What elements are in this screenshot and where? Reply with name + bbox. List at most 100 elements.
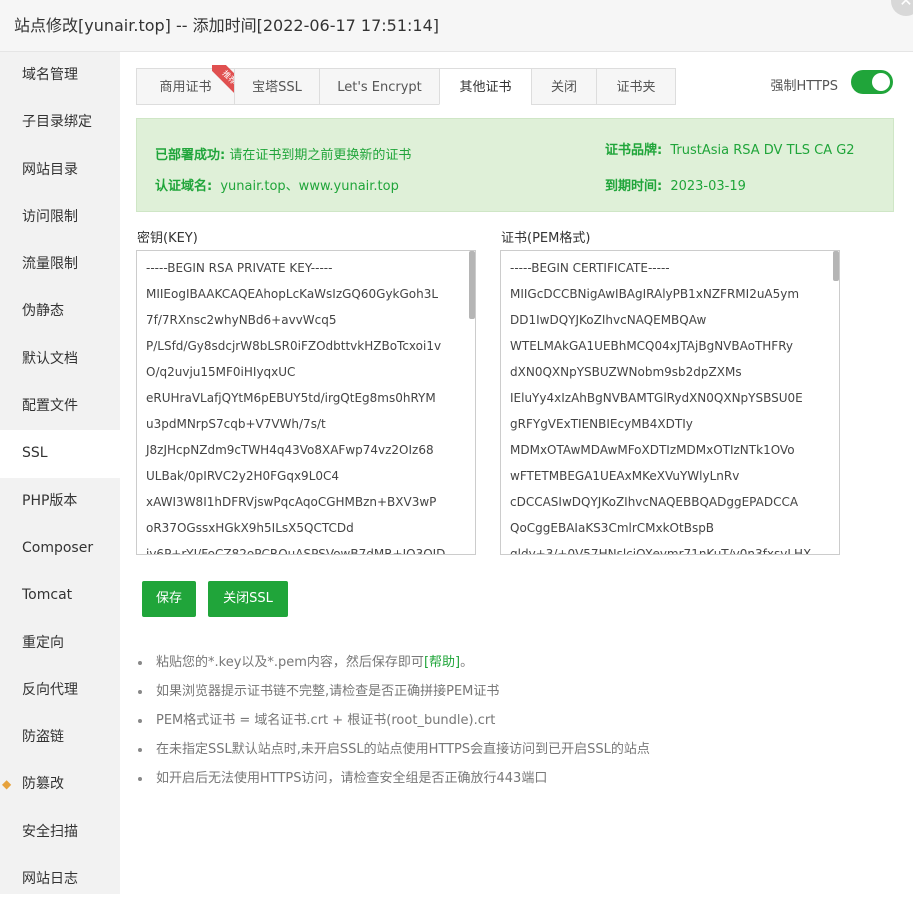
- window-title: 站点修改[yunair.top] -- 添加时间[2022-06-17 17:5…: [14, 16, 440, 35]
- sidebar-item[interactable]: 配置文件: [0, 383, 120, 430]
- tab-label: 商用证书: [159, 80, 212, 95]
- expire-label: 到期时间:: [605, 179, 663, 194]
- tip-suffix: 。: [460, 655, 474, 670]
- key-scrollbar[interactable]: [469, 251, 475, 319]
- sidebar-item[interactable]: 流量限制: [0, 241, 120, 288]
- tip-item: 在未指定SSL默认站点时,未开启SSL的站点使用HTTPS会直接访问到已开启SS…: [136, 735, 650, 764]
- sidebar-item-label: SSL: [22, 445, 48, 462]
- text-line: QoCggEBAIaKS3CmlrCMxkOtBspB: [510, 521, 715, 535]
- tip-item: 如开启后无法使用HTTPS访问，请检查安全组是否正确放行443端口: [136, 764, 650, 793]
- tab[interactable]: 宝塔SSL: [234, 68, 319, 105]
- sidebar-item-label: 安全扫描: [22, 823, 78, 840]
- sidebar-item-label: PHP版本: [22, 492, 78, 509]
- text-line: J8zJHcpNZdm9cTWH4q43Vo8XAFwp74vz2OIz68: [146, 443, 434, 457]
- sidebar-item-label: 访问限制: [22, 208, 78, 225]
- tab-label: 关闭: [550, 80, 577, 95]
- tip-item: 如果浏览器提示证书链不完整,请检查是否正确拼接PEM证书: [136, 677, 650, 706]
- key-textarea[interactable]: -----BEGIN RSA PRIVATE KEY----- MIIEogIBA…: [136, 250, 476, 555]
- tab-label: 证书夹: [616, 80, 656, 95]
- tab[interactable]: Let's Encrypt: [319, 68, 439, 105]
- force-https-label: 强制HTTPS: [770, 79, 838, 94]
- text-line: MDMxOTAwMDAwMFoXDTIzMDMxOTIzNTk1OVo: [510, 443, 795, 457]
- text-line: iv6P+rYJ/FoCZ82oPCROuASPSVowB7dMR+IO3OID: [146, 547, 446, 555]
- cert-tabs: 商用证书 推荐 宝塔SSL Let's Encrypt 其他证书 关闭 证书夹: [136, 65, 676, 105]
- force-https-toggle[interactable]: [851, 70, 893, 94]
- sidebar-item[interactable]: 伪静态: [0, 288, 120, 335]
- sidebar-item-label: 重定向: [22, 634, 64, 651]
- tip-text: 在未指定SSL默认站点时,未开启SSL的站点使用HTTPS会直接访问到已开启SS…: [156, 742, 650, 757]
- text-line: wFTETMBEGA1UEAxMKeXVuYWlyLnRv: [510, 469, 740, 483]
- sidebar-item[interactable]: Tomcat: [0, 572, 120, 619]
- sidebar-item-label: 防篡改: [22, 776, 64, 793]
- sidebar-item[interactable]: ◆ 防篡改: [0, 761, 120, 808]
- save-button[interactable]: 保存: [142, 581, 196, 617]
- bullet-icon: [138, 748, 142, 752]
- sidebar-item[interactable]: SSL: [0, 430, 120, 478]
- toggle-knob: [872, 73, 890, 91]
- sidebar-item[interactable]: 网站目录: [0, 147, 120, 194]
- bullet-icon: [138, 661, 142, 665]
- tab[interactable]: 商用证书 推荐: [136, 65, 242, 105]
- brand-status: 证书品牌: TrustAsia RSA DV TLS CA G2: [605, 139, 855, 158]
- sidebar-item[interactable]: PHP版本: [0, 478, 120, 525]
- deployed-label: 已部署成功:: [155, 148, 226, 163]
- text-line: -----BEGIN CERTIFICATE-----: [510, 261, 670, 275]
- text-line: oR37OGssxHGkX9h5ILsX5QCTCDd: [146, 521, 354, 535]
- text-line: MIIEogIBAAKCAQEAhopLcKaWsIzGQ60GykGoh3L: [146, 287, 439, 301]
- text-line: cDCCASIwDQYJKoZIhvcNAQEBBQADggEPADCCA: [510, 495, 799, 509]
- text-line: ULBak/0pIRVC2y2H0FGqx9L0C4: [146, 469, 340, 483]
- cert-scrollbar[interactable]: [833, 251, 839, 281]
- text-line: qldv+3/+0V57HNslciOXevmr71nKuT/v0n3fxsvL…: [510, 547, 812, 555]
- sidebar-item[interactable]: 安全扫描: [0, 809, 120, 856]
- text-line: xAWI3W8I1hDFRVjswPqcAqoCGHMBzn+BXV3wP: [146, 495, 437, 509]
- brand-text: TrustAsia RSA DV TLS CA G2: [670, 143, 855, 158]
- sidebar-item[interactable]: 域名管理: [0, 52, 120, 99]
- deployed-status: 已部署成功: 请在证书到期之前更换新的证书: [155, 144, 411, 163]
- sidebar: 域名管理子目录绑定网站目录访问限制流量限制伪静态默认文档配置文件 SSL PHP版本…: [0, 52, 120, 894]
- sidebar-item-label: 默认文档: [22, 350, 78, 367]
- sidebar-item-label: 网站日志: [22, 871, 78, 888]
- sidebar-item[interactable]: 子目录绑定: [0, 99, 120, 146]
- text-line: MIIGcDCCBNigAwIBAgIRAlyPB1xNZFRMI2uA5ym: [510, 287, 800, 301]
- bullet-icon: [138, 719, 142, 723]
- sidebar-item-label: 流量限制: [22, 256, 78, 273]
- tab-label: 其他证书: [459, 80, 512, 95]
- tab[interactable]: 其他证书: [439, 68, 531, 105]
- sidebar-item[interactable]: 重定向: [0, 620, 120, 667]
- tip-text: PEM格式证书 = 域名证书.crt + 根证书(root_bundle).cr…: [156, 713, 496, 728]
- window-titlebar: 站点修改[yunair.top] -- 添加时间[2022-06-17 17:5…: [0, 0, 913, 52]
- domain-status: 认证域名: yunair.top、www.yunair.top: [155, 175, 399, 194]
- text-line: IEluYy4xIzAhBgNVBAMTGlRydXN0QXNpYSBSU0E: [510, 391, 803, 405]
- text-line: gRFYgVExTIENBIEcyMB4XDTIy: [510, 417, 693, 431]
- tab[interactable]: 证书夹: [596, 68, 676, 105]
- sidebar-item[interactable]: 网站日志: [0, 856, 120, 903]
- sidebar-item-label: 配置文件: [22, 398, 78, 415]
- text-line: u3pdMNrpS7cqb+V7VWh/7s/t: [146, 417, 326, 431]
- bullet-icon: [138, 777, 142, 781]
- tab-label: 宝塔SSL: [252, 80, 302, 95]
- close-ssl-button[interactable]: 关闭SSL: [208, 581, 288, 617]
- sidebar-item[interactable]: 默认文档: [0, 336, 120, 383]
- sidebar-item-label: 防盗链: [22, 729, 64, 746]
- gem-icon: ◆: [2, 777, 12, 792]
- expire-text: 2023-03-19: [670, 179, 746, 194]
- help-link[interactable]: [帮助]: [424, 655, 460, 670]
- cert-textarea[interactable]: -----BEGIN CERTIFICATE----- MIIGcDCCBNigA…: [500, 250, 840, 555]
- text-line: eRUHraVLafjQYtM6pEBUY5td/irgQtEg8ms0hRYM: [146, 391, 436, 405]
- tip-item: PEM格式证书 = 域名证书.crt + 根证书(root_bundle).cr…: [136, 706, 650, 735]
- sidebar-item[interactable]: 防盗链: [0, 714, 120, 761]
- text-line: dXN0QXNpYSBUZWNobm9sb2dpZXMs: [510, 365, 742, 379]
- text-line: O/q2uvju15MF0iHIyqxUC: [146, 365, 296, 379]
- sidebar-item-label: 伪静态: [22, 303, 64, 320]
- text-line: DD1IwDQYJKoZIhvcNAQEMBQAw: [510, 313, 707, 327]
- tab[interactable]: 关闭: [531, 68, 596, 105]
- sidebar-item[interactable]: 反向代理: [0, 667, 120, 714]
- sidebar-item-label: 域名管理: [22, 67, 78, 83]
- sidebar-item[interactable]: Composer: [0, 525, 120, 572]
- cert-label: 证书(PEM格式): [501, 231, 591, 246]
- tip-text: 如开启后无法使用HTTPS访问，请检查安全组是否正确放行443端口: [156, 771, 548, 786]
- domain-text: yunair.top、www.yunair.top: [220, 179, 399, 194]
- deployed-text: 请在证书到期之前更换新的证书: [229, 148, 412, 163]
- sidebar-item-label: 网站目录: [22, 161, 78, 178]
- sidebar-item[interactable]: 访问限制: [0, 194, 120, 241]
